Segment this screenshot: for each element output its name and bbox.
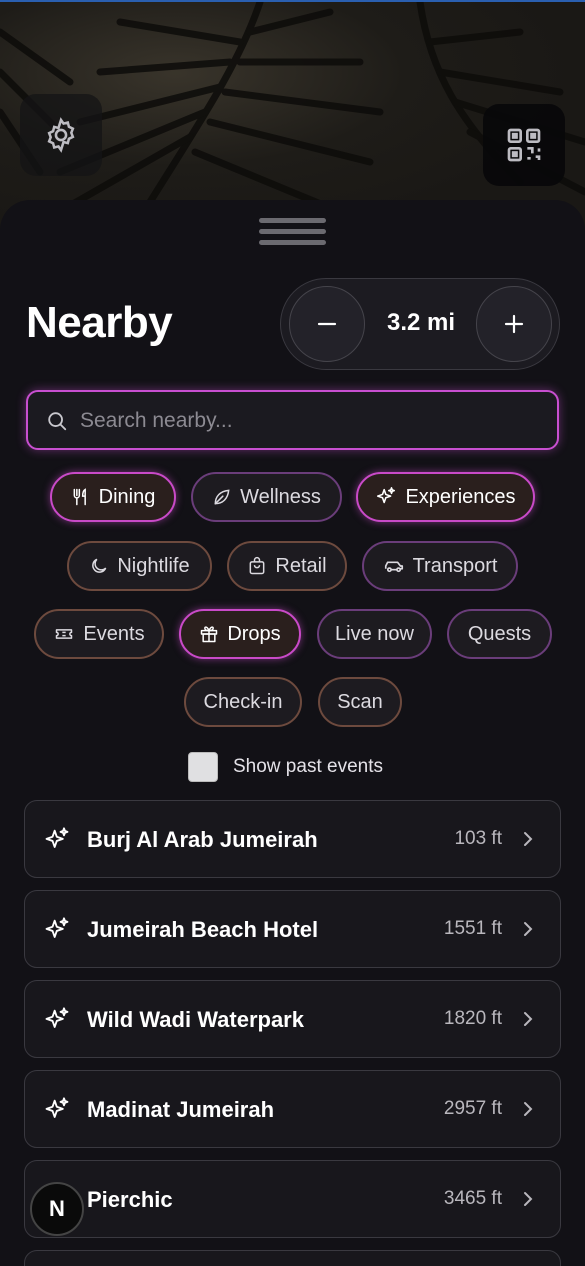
chevron-right-icon <box>524 1192 533 1206</box>
filter-chip-experiences[interactable]: Experiences <box>356 472 535 522</box>
filter-chip-live-now[interactable]: Live now <box>317 609 432 659</box>
place-distance: 2957 ft <box>443 1098 502 1119</box>
filter-label: Dining <box>98 485 156 508</box>
place-row[interactable]: Wild Wadi Waterpark 1820 ft <box>24 980 561 1058</box>
filter-chip-events[interactable]: Events <box>34 609 164 659</box>
filter-label: Live now <box>335 622 414 645</box>
filter-chip-scan[interactable]: Scan <box>318 677 402 727</box>
gear-icon <box>47 117 75 153</box>
shopping-bag-icon <box>250 556 265 575</box>
decrease-radius-button[interactable] <box>289 286 365 362</box>
place-distance: 1551 ft <box>443 918 502 939</box>
place-distance: 3465 ft <box>443 1188 502 1209</box>
search-icon <box>48 412 67 431</box>
drag-handle[interactable] <box>259 218 326 251</box>
filter-label: Drops <box>227 622 281 645</box>
moon-icon <box>92 558 107 573</box>
filter-chip-dining[interactable]: Dining <box>50 472 176 522</box>
search-input[interactable] <box>80 404 540 438</box>
place-name: Wild Wadi Waterpark <box>87 1007 304 1032</box>
filter-chip-transport[interactable]: Transport <box>362 541 518 591</box>
place-name: Burj Al Arab Jumeirah <box>87 827 318 852</box>
filter-label: Scan <box>337 690 383 713</box>
filter-chip-quests[interactable]: Quests <box>447 609 552 659</box>
place-row[interactable]: Pierchic 3465 ft <box>24 1160 561 1238</box>
past-events-toggle[interactable]: Show past events <box>188 752 383 782</box>
place-row[interactable]: Jumeirah Beach Hotel 1551 ft <box>24 890 561 968</box>
radius-stepper: 3.2 mi <box>280 278 560 370</box>
place-row[interactable]: Madinat Jumeirah 2957 ft <box>24 1070 561 1148</box>
plus-icon <box>504 314 524 334</box>
page-title: Nearby <box>26 298 173 347</box>
sparkles-icon <box>45 1097 69 1118</box>
increase-radius-button[interactable] <box>476 286 552 362</box>
settings-button[interactable] <box>20 94 102 176</box>
search-bar <box>26 390 559 450</box>
avatar[interactable]: N <box>30 1182 84 1236</box>
minus-icon <box>317 322 337 326</box>
filter-label: Experiences <box>405 485 516 508</box>
leaf-icon <box>214 489 230 505</box>
filter-chip-retail[interactable]: Retail <box>227 541 347 591</box>
chevron-right-icon <box>524 1102 533 1116</box>
filter-chip-check-in[interactable]: Check-in <box>184 677 302 727</box>
utensils-icon <box>73 488 86 506</box>
radius-value: 3.2 mi <box>386 309 456 336</box>
place-row[interactable] <box>24 1250 561 1266</box>
past-events-checkbox[interactable] <box>188 752 218 782</box>
place-distance: 103 ft <box>454 828 502 849</box>
sparkles-icon <box>45 827 69 848</box>
filter-label: Retail <box>275 554 327 577</box>
chevron-right-icon <box>524 1012 533 1026</box>
ticket-icon <box>56 629 73 639</box>
filter-label: Quests <box>467 622 532 645</box>
gift-icon <box>201 626 218 643</box>
sparkles-icon <box>45 1007 69 1028</box>
qr-code-icon <box>507 128 541 162</box>
sparkles-icon <box>377 487 396 504</box>
car-icon <box>384 561 403 573</box>
filter-label: Transport <box>412 554 498 577</box>
filter-label: Events <box>83 622 145 645</box>
place-row[interactable]: Burj Al Arab Jumeirah 103 ft <box>24 800 561 878</box>
qr-scan-button[interactable] <box>483 104 565 186</box>
past-events-label: Show past events <box>233 756 383 777</box>
avatar-initial: N <box>49 1196 65 1221</box>
chevron-right-icon <box>524 922 533 936</box>
place-name: Pierchic <box>87 1187 173 1212</box>
filter-chip-drops[interactable]: Drops <box>179 609 301 659</box>
place-name: Jumeirah Beach Hotel <box>87 917 319 942</box>
place-distance: 1820 ft <box>443 1008 502 1029</box>
filter-label: Wellness <box>240 485 321 508</box>
place-name: Madinat Jumeirah <box>87 1097 275 1122</box>
chevron-right-icon <box>524 832 533 846</box>
sparkles-icon <box>45 917 69 938</box>
filter-label: Nightlife <box>117 554 190 577</box>
nearby-sheet: Nearby 3.2 mi Dining Wellness <box>0 200 585 1266</box>
filter-chip-wellness[interactable]: Wellness <box>191 472 342 522</box>
filter-label: Check-in <box>203 690 283 713</box>
filter-chip-nightlife[interactable]: Nightlife <box>67 541 212 591</box>
